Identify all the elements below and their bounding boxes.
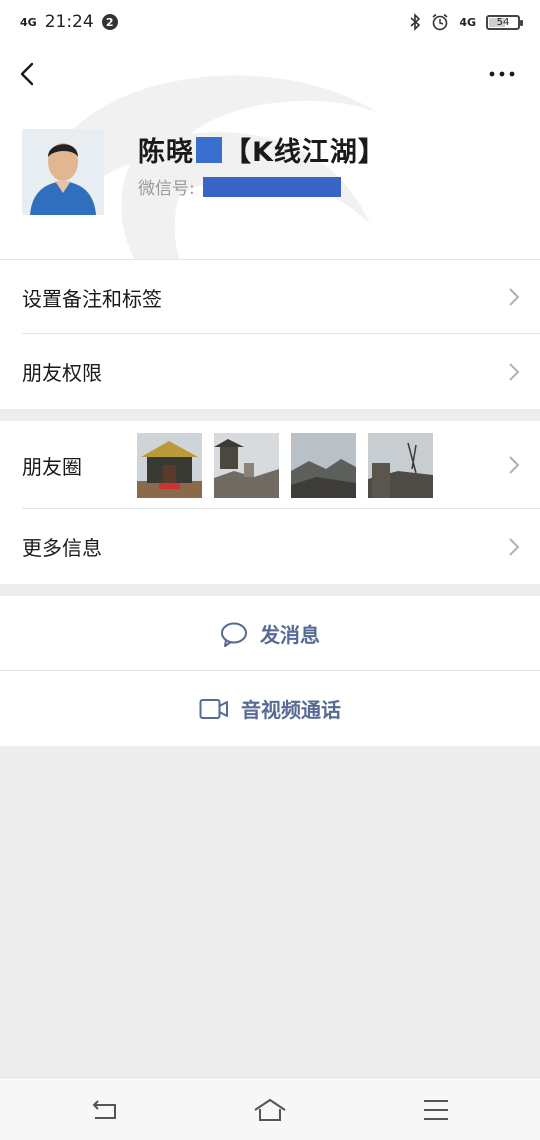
video-camera-icon [199,698,228,719]
contact-name-part2: 【K线江湖】 [224,137,386,168]
more-dots-icon[interactable] [488,64,516,84]
moments-photo-temple[interactable] [137,433,202,498]
wechat-id-label: 微信号: [138,179,195,199]
network-indicator-right: 4G [459,15,476,29]
back-chevron-icon[interactable] [14,60,42,88]
row-more-info-label: 更多信息 [22,536,102,560]
status-bar: 4G 21:24 2 4G 54 [0,0,540,44]
row-friend-permissions-label: 朋友权限 [22,361,102,385]
moments-photo-wall[interactable] [368,433,433,498]
avatar-person-icon [22,129,104,215]
contact-profile-page: 4G 21:24 2 4G 54 陈晓 【K线江湖】 微信号: 设置备注和标签 … [0,0,540,1140]
battery-level: 54 [496,16,510,28]
row-moments-label: 朋友圈 [22,454,82,479]
battery-indicator: 54 [486,14,523,30]
row-remark-tags[interactable]: 设置备注和标签 [0,259,540,334]
row-moments[interactable]: 朋友圈 [0,421,540,509]
alarm-icon [432,13,448,31]
chevron-right-icon [509,288,520,306]
avatar[interactable] [22,129,104,215]
chevron-right-icon [509,456,520,474]
video-call-button[interactable]: 音视频通话 [0,671,540,746]
nav-menu-icon[interactable] [421,1096,451,1124]
clock: 21:24 [44,12,94,32]
chevron-right-icon [509,362,520,381]
wechat-id: 微信号: [138,174,341,199]
status-left: 4G 21:24 2 [20,12,118,32]
nav-back-icon[interactable] [90,1096,120,1124]
message-bubble-icon [221,622,247,647]
send-message-label: 发消息 [260,623,320,647]
network-indicator-left: 4G [20,15,37,29]
bluetooth-icon [410,13,421,31]
profile-header: 陈晓 【K线江湖】 微信号: [0,44,540,344]
moments-photo-pavilion[interactable] [214,433,279,498]
wechat-id-redaction [202,176,341,197]
notification-badge: 2 [101,14,118,30]
nav-home-icon[interactable] [253,1096,287,1124]
contact-name-part1: 陈晓 [138,137,194,168]
row-friend-permissions[interactable]: 朋友权限 [0,334,540,409]
contact-name: 陈晓 【K线江湖】 [138,130,386,169]
status-right: 4G 54 [409,13,523,31]
row-remark-tags-label: 设置备注和标签 [22,286,162,311]
chevron-right-icon [509,537,520,556]
send-message-button[interactable]: 发消息 [0,596,540,671]
row-more-info[interactable]: 更多信息 [0,509,540,584]
moments-thumbnails [137,433,433,498]
system-navigation-bar [0,1077,540,1140]
redaction-mask [196,136,222,163]
video-call-label: 音视频通话 [241,698,341,722]
moments-photo-mountain[interactable] [291,433,356,498]
